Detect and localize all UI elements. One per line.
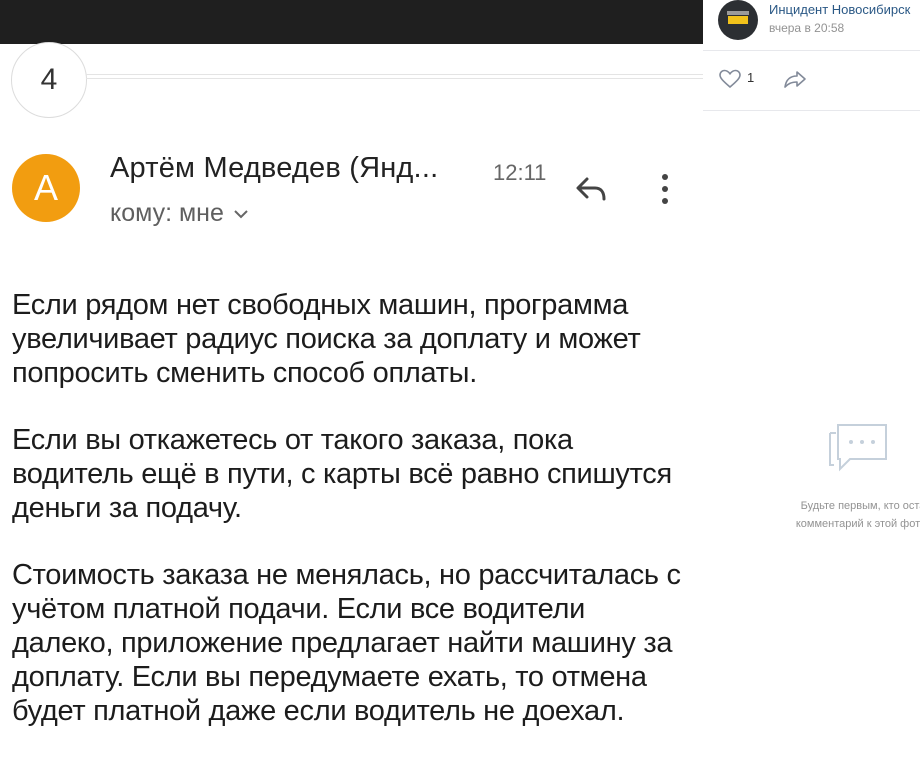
empty-comments-line: Будьте первым, кто оста: [800, 500, 920, 512]
photo-viewer: 4 A Артём Медведев (Янд... 12:11 кому: м…: [0, 0, 703, 776]
group-name-link[interactable]: Инцидент Новосибирск: [769, 2, 910, 17]
chevron-down-icon: [234, 210, 248, 219]
more-vertical-icon: [662, 174, 668, 204]
avatar-logo-part: [727, 11, 749, 15]
divider: [703, 110, 920, 111]
sender-name: Артём Медведев (Янд...: [110, 152, 439, 184]
recipient-text: кому: мне: [110, 199, 224, 227]
divider-line: [86, 74, 703, 79]
divider: [703, 50, 920, 51]
page-number-badge: 4: [11, 42, 87, 118]
share-icon[interactable]: [783, 69, 807, 89]
avatar-logo-part: [728, 16, 748, 24]
photo-top-bar: [0, 0, 703, 44]
sender-avatar: A: [12, 154, 80, 222]
email-time: 12:11: [493, 160, 547, 185]
like-count[interactable]: 1: [747, 70, 754, 85]
heart-icon[interactable]: [718, 69, 742, 89]
empty-comments-line: комментарий к этой фотог: [795, 518, 920, 530]
email-paragraph: Если вы откажетесь от такого заказа, пок…: [12, 424, 672, 524]
recipient-line: кому: мне: [110, 199, 250, 228]
email-paragraph: Стоимость заказа не менялась, но рассчит…: [12, 559, 681, 727]
post-time[interactable]: вчера в 20:58: [769, 21, 844, 35]
group-avatar[interactable]: [718, 0, 758, 40]
post-sidebar: Инцидент Новосибирск вчера в 20:58 1 Буд…: [703, 0, 920, 776]
comment-bubble-icon: [829, 424, 887, 472]
reply-icon: [576, 177, 606, 201]
empty-comments-text: Будьте первым, кто оста комментарий к эт…: [743, 497, 920, 533]
email-body: Если рядом нет свободных машин, программ…: [12, 288, 692, 761]
email-paragraph: Если рядом нет свободных машин, программ…: [12, 289, 641, 389]
